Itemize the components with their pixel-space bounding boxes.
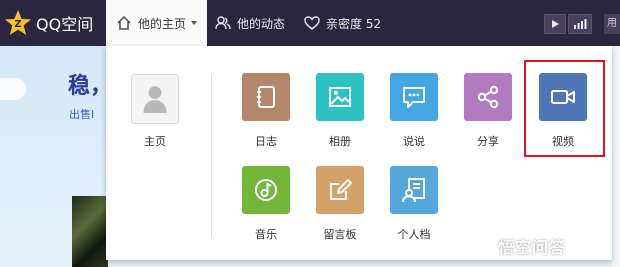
nav-intimacy-label: 亲密度 52	[326, 16, 382, 31]
edit-board-icon	[330, 179, 352, 200]
qzone-logo[interactable]: Z QQ空间	[4, 9, 93, 37]
cloud-decoration	[0, 78, 26, 100]
background-subtitle: 出售I	[69, 108, 95, 121]
video-highlight-box	[524, 60, 605, 157]
menu-music-tile[interactable]	[242, 166, 290, 214]
menu-share-label[interactable]: 分享	[458, 133, 518, 149]
menu-shuoshuo-label[interactable]: 说说	[384, 133, 444, 149]
music-icon	[255, 179, 277, 201]
stats-button[interactable]	[568, 14, 592, 34]
star-logo-icon: Z	[5, 10, 31, 35]
menu-share-tile[interactable]	[464, 73, 512, 121]
people-icon	[215, 16, 231, 30]
menu-divider	[211, 75, 212, 237]
play-button[interactable]	[544, 14, 566, 34]
notebook-icon	[257, 86, 275, 108]
chevron-down-icon	[191, 21, 198, 25]
menu-album-tile[interactable]	[316, 73, 364, 121]
background-photo	[72, 196, 108, 267]
menu-profile-tile[interactable]	[390, 166, 438, 214]
menu-shuoshuo-tile[interactable]	[390, 73, 438, 121]
menu-messageboard-tile[interactable]	[316, 166, 364, 214]
menu-music-label[interactable]: 音乐	[236, 226, 296, 242]
share-icon	[477, 85, 499, 109]
speech-bubble-icon	[403, 87, 425, 108]
profile-card-icon	[402, 178, 425, 203]
nav-intimacy-tab[interactable]: 亲密度 52	[304, 0, 381, 46]
menu-home-tile[interactable]	[131, 74, 179, 124]
right-column	[612, 46, 620, 267]
logo-text: QQ空间	[36, 15, 94, 34]
picture-icon	[329, 87, 351, 107]
svg-text:Z: Z	[14, 19, 21, 30]
menu-messageboard-label[interactable]: 留言板	[310, 226, 370, 242]
nav-home-label: 他的主页	[138, 16, 187, 31]
watermark-text: 悟空问答	[498, 238, 567, 257]
top-navigation-bar: Z QQ空间 他的主页 他的动态 亲密度 52 用	[0, 0, 620, 46]
house-icon	[117, 15, 131, 30]
nav-home-tab[interactable]: 他的主页	[106, 0, 207, 46]
play-icon	[552, 20, 559, 28]
menu-home-label[interactable]: 主页	[125, 133, 185, 149]
watermark-icon	[474, 231, 498, 255]
user-menu-button[interactable]: 用	[604, 14, 620, 34]
bar-chart-icon	[574, 19, 587, 29]
user-avatar-icon	[143, 86, 167, 113]
nav-feed-label: 他的动态	[237, 16, 286, 31]
nav-feed-tab[interactable]: 他的动态	[215, 0, 285, 46]
menu-profile-label[interactable]: 个人档	[384, 226, 444, 242]
menu-album-label[interactable]: 相册	[310, 133, 370, 149]
menu-diary-label[interactable]: 日志	[236, 133, 296, 149]
heart-icon	[304, 16, 320, 30]
menu-diary-tile[interactable]	[242, 73, 290, 121]
